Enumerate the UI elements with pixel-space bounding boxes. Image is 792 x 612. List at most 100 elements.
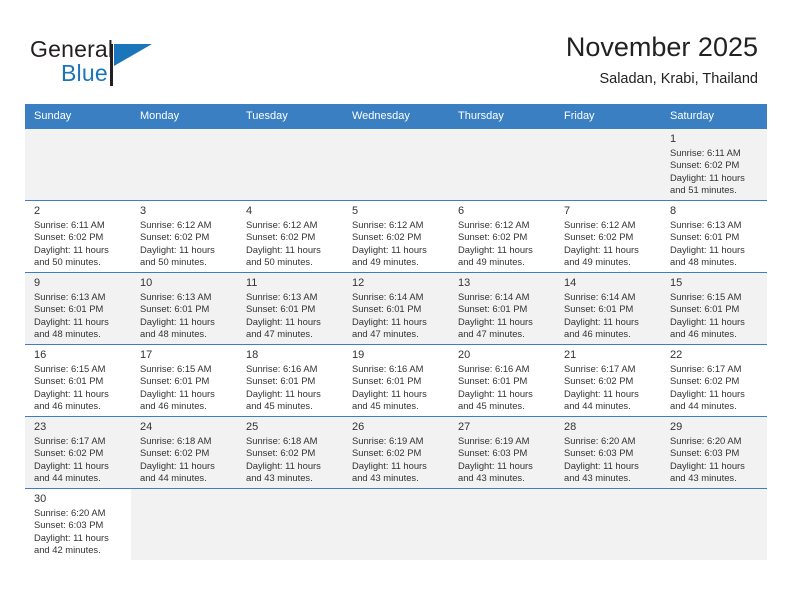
day-sun-info: Sunrise: 6:16 AM Sunset: 6:01 PM Daylight:… xyxy=(343,362,449,413)
calendar-day-cell[interactable] xyxy=(131,488,237,560)
sunrise-text: Sunrise: 6:13 AM xyxy=(246,291,318,302)
daylight-text-line2: and 43 minutes. xyxy=(670,471,737,483)
calendar-day-cell[interactable]: 22 Sunrise: 6:17 AM Sunset: 6:02 PM Dayligh… xyxy=(661,344,767,417)
calendar-day-content[interactable]: 7 Sunrise: 6:12 AM Sunset: 6:02 PM Daylight… xyxy=(555,202,661,273)
calendar-day-cell[interactable] xyxy=(555,488,661,560)
calendar-day-cell[interactable]: 17 Sunrise: 6:15 AM Sunset: 6:01 PM Dayligh… xyxy=(131,344,237,417)
sunrise-text: Sunrise: 6:16 AM xyxy=(458,363,530,374)
calendar-day-content[interactable]: 3 Sunrise: 6:12 AM Sunset: 6:02 PM Daylight… xyxy=(131,202,237,273)
calendar-day-cell[interactable]: 4 Sunrise: 6:12 AM Sunset: 6:02 PM Daylight… xyxy=(237,200,343,273)
calendar-day-cell[interactable] xyxy=(449,488,555,560)
calendar-day-cell[interactable]: 1 Sunrise: 6:11 AM Sunset: 6:02 PM Daylight… xyxy=(661,128,767,201)
calendar-day-cell[interactable]: 11 Sunrise: 6:13 AM Sunset: 6:01 PM Dayligh… xyxy=(237,272,343,345)
calendar-day-cell[interactable]: 27 Sunrise: 6:19 AM Sunset: 6:03 PM Dayligh… xyxy=(449,416,555,489)
calendar-day-content[interactable]: 23 Sunrise: 6:17 AM Sunset: 6:02 PM Dayligh… xyxy=(25,417,131,488)
calendar-day-cell[interactable] xyxy=(555,128,661,201)
daylight-text-line2: and 47 minutes. xyxy=(458,327,525,339)
weekday-header-thursday: Thursday xyxy=(449,104,555,129)
calendar-day-content[interactable]: 9 Sunrise: 6:13 AM Sunset: 6:01 PM Daylight… xyxy=(25,273,131,344)
calendar-day-content[interactable]: 21 Sunrise: 6:17 AM Sunset: 6:02 PM Dayligh… xyxy=(555,346,661,417)
calendar-day-cell[interactable]: 18 Sunrise: 6:16 AM Sunset: 6:01 PM Dayligh… xyxy=(237,344,343,417)
daylight-text-line1: Daylight: 11 hours xyxy=(140,387,215,399)
calendar-day-cell[interactable]: 7 Sunrise: 6:12 AM Sunset: 6:02 PM Daylight… xyxy=(555,200,661,273)
calendar-empty-cell xyxy=(25,129,131,200)
calendar-day-cell[interactable]: 10 Sunrise: 6:13 AM Sunset: 6:01 PM Dayligh… xyxy=(131,272,237,345)
calendar-day-cell[interactable]: 12 Sunrise: 6:14 AM Sunset: 6:01 PM Dayligh… xyxy=(343,272,449,345)
calendar-day-content[interactable]: 29 Sunrise: 6:20 AM Sunset: 6:03 PM Dayligh… xyxy=(661,417,767,488)
calendar-day-cell[interactable]: 30 Sunrise: 6:20 AM Sunset: 6:03 PM Dayligh… xyxy=(25,488,131,560)
calendar-day-content[interactable]: 26 Sunrise: 6:19 AM Sunset: 6:02 PM Dayligh… xyxy=(343,417,449,488)
calendar-day-cell[interactable]: 6 Sunrise: 6:12 AM Sunset: 6:02 PM Daylight… xyxy=(449,200,555,273)
calendar-day-content[interactable]: 10 Sunrise: 6:13 AM Sunset: 6:01 PM Dayligh… xyxy=(131,273,237,344)
calendar-day-cell[interactable]: 21 Sunrise: 6:17 AM Sunset: 6:02 PM Dayligh… xyxy=(555,344,661,417)
calendar-day-cell[interactable]: 26 Sunrise: 6:19 AM Sunset: 6:02 PM Dayligh… xyxy=(343,416,449,489)
calendar-day-content[interactable]: 20 Sunrise: 6:16 AM Sunset: 6:01 PM Dayligh… xyxy=(449,346,555,417)
calendar-day-cell[interactable]: 28 Sunrise: 6:20 AM Sunset: 6:03 PM Dayligh… xyxy=(555,416,661,489)
day-number: 11 xyxy=(246,277,258,289)
daylight-text-line2: and 49 minutes. xyxy=(352,255,419,267)
general-blue-logo[interactable]: General Blue xyxy=(30,36,210,92)
calendar-day-content[interactable]: 15 Sunrise: 6:15 AM Sunset: 6:01 PM Dayligh… xyxy=(661,273,767,344)
day-number: 20 xyxy=(458,349,471,361)
calendar-day-cell[interactable]: 20 Sunrise: 6:16 AM Sunset: 6:01 PM Dayligh… xyxy=(449,344,555,417)
calendar-day-cell[interactable]: 24 Sunrise: 6:18 AM Sunset: 6:02 PM Dayligh… xyxy=(131,416,237,489)
calendar-day-cell[interactable] xyxy=(131,128,237,201)
calendar-day-cell[interactable] xyxy=(343,488,449,560)
calendar-day-cell[interactable]: 13 Sunrise: 6:14 AM Sunset: 6:01 PM Dayligh… xyxy=(449,272,555,345)
day-number: 2 xyxy=(34,205,41,217)
calendar-day-cell[interactable] xyxy=(343,128,449,201)
calendar-day-cell[interactable]: 16 Sunrise: 6:15 AM Sunset: 6:01 PM Dayligh… xyxy=(25,344,131,417)
calendar-day-cell[interactable]: 25 Sunrise: 6:18 AM Sunset: 6:02 PM Dayligh… xyxy=(237,416,343,489)
day-sun-info: Sunrise: 6:20 AM Sunset: 6:03 PM Daylight:… xyxy=(661,434,767,485)
calendar-day-cell[interactable]: 23 Sunrise: 6:17 AM Sunset: 6:02 PM Dayligh… xyxy=(25,416,131,489)
calendar-day-content[interactable]: 2 Sunrise: 6:11 AM Sunset: 6:02 PM Daylight… xyxy=(25,202,131,273)
calendar-day-cell[interactable]: 5 Sunrise: 6:12 AM Sunset: 6:02 PM Daylight… xyxy=(343,200,449,273)
weekday-header-friday: Friday xyxy=(555,104,661,129)
calendar-day-content[interactable]: 25 Sunrise: 6:18 AM Sunset: 6:02 PM Dayligh… xyxy=(237,417,343,488)
calendar-day-cell[interactable] xyxy=(25,128,131,201)
calendar-day-content[interactable]: 24 Sunrise: 6:18 AM Sunset: 6:02 PM Dayligh… xyxy=(131,417,237,488)
calendar-day-cell[interactable]: 29 Sunrise: 6:20 AM Sunset: 6:03 PM Dayligh… xyxy=(661,416,767,489)
calendar-day-content[interactable]: 12 Sunrise: 6:14 AM Sunset: 6:01 PM Dayligh… xyxy=(343,273,449,344)
calendar-day-content[interactable]: 13 Sunrise: 6:14 AM Sunset: 6:01 PM Dayligh… xyxy=(449,273,555,344)
day-sun-info: Sunrise: 6:15 AM Sunset: 6:01 PM Daylight:… xyxy=(131,362,237,413)
day-sun-info: Sunrise: 6:17 AM Sunset: 6:02 PM Daylight:… xyxy=(555,362,661,413)
day-number: 9 xyxy=(34,277,41,289)
day-sun-info: Sunrise: 6:17 AM Sunset: 6:02 PM Daylight:… xyxy=(661,362,767,413)
calendar-day-content[interactable]: 6 Sunrise: 6:12 AM Sunset: 6:02 PM Daylight… xyxy=(449,202,555,273)
calendar-day-content[interactable]: 16 Sunrise: 6:15 AM Sunset: 6:01 PM Dayligh… xyxy=(25,346,131,417)
calendar-day-content[interactable]: 5 Sunrise: 6:12 AM Sunset: 6:02 PM Daylight… xyxy=(343,202,449,273)
calendar-day-content[interactable]: 11 Sunrise: 6:13 AM Sunset: 6:01 PM Dayligh… xyxy=(237,273,343,344)
calendar-day-cell[interactable] xyxy=(237,488,343,560)
calendar-day-content[interactable]: 8 Sunrise: 6:13 AM Sunset: 6:01 PM Daylight… xyxy=(661,202,767,273)
calendar-day-cell[interactable]: 8 Sunrise: 6:13 AM Sunset: 6:01 PM Daylight… xyxy=(661,200,767,273)
day-number: 12 xyxy=(352,277,365,289)
calendar-day-cell[interactable] xyxy=(661,488,767,560)
calendar-day-cell[interactable]: 3 Sunrise: 6:12 AM Sunset: 6:02 PM Daylight… xyxy=(131,200,237,273)
calendar-day-cell[interactable] xyxy=(237,128,343,201)
sunrise-text: Sunrise: 6:12 AM xyxy=(352,219,424,230)
calendar-day-content[interactable]: 28 Sunrise: 6:20 AM Sunset: 6:03 PM Dayligh… xyxy=(555,417,661,488)
calendar-day-cell[interactable] xyxy=(449,128,555,201)
calendar-day-content[interactable]: 14 Sunrise: 6:14 AM Sunset: 6:01 PM Dayligh… xyxy=(555,273,661,344)
sunset-text: Sunset: 6:02 PM xyxy=(352,447,422,459)
calendar-day-content[interactable]: 18 Sunrise: 6:16 AM Sunset: 6:01 PM Dayligh… xyxy=(237,346,343,417)
sunset-text: Sunset: 6:02 PM xyxy=(140,447,210,459)
day-sun-info: Sunrise: 6:19 AM Sunset: 6:03 PM Daylight:… xyxy=(449,434,555,485)
day-number: 4 xyxy=(246,205,253,217)
calendar-day-content[interactable]: 27 Sunrise: 6:19 AM Sunset: 6:03 PM Dayligh… xyxy=(449,417,555,488)
calendar-day-content[interactable]: 22 Sunrise: 6:17 AM Sunset: 6:02 PM Dayligh… xyxy=(661,346,767,417)
calendar-day-content[interactable]: 17 Sunrise: 6:15 AM Sunset: 6:01 PM Dayligh… xyxy=(131,346,237,417)
calendar-empty-cell xyxy=(237,129,343,200)
calendar-day-content[interactable]: 19 Sunrise: 6:16 AM Sunset: 6:01 PM Dayligh… xyxy=(343,346,449,417)
calendar-day-content[interactable]: 30 Sunrise: 6:20 AM Sunset: 6:03 PM Dayligh… xyxy=(25,489,131,560)
calendar-day-cell[interactable]: 15 Sunrise: 6:15 AM Sunset: 6:01 PM Dayligh… xyxy=(661,272,767,345)
calendar-day-cell[interactable]: 2 Sunrise: 6:11 AM Sunset: 6:02 PM Daylight… xyxy=(25,200,131,273)
calendar-week-row: 23 Sunrise: 6:17 AM Sunset: 6:02 PM Dayligh… xyxy=(25,416,767,489)
calendar-day-content[interactable]: 1 Sunrise: 6:11 AM Sunset: 6:02 PM Daylight… xyxy=(661,129,767,200)
calendar-day-content[interactable]: 4 Sunrise: 6:12 AM Sunset: 6:02 PM Daylight… xyxy=(237,202,343,273)
daylight-text-line2: and 46 minutes. xyxy=(34,399,101,411)
calendar-day-cell[interactable]: 14 Sunrise: 6:14 AM Sunset: 6:01 PM Dayligh… xyxy=(555,272,661,345)
calendar-day-cell[interactable]: 9 Sunrise: 6:13 AM Sunset: 6:01 PM Daylight… xyxy=(25,272,131,345)
calendar-day-cell[interactable]: 19 Sunrise: 6:16 AM Sunset: 6:01 PM Dayligh… xyxy=(343,344,449,417)
